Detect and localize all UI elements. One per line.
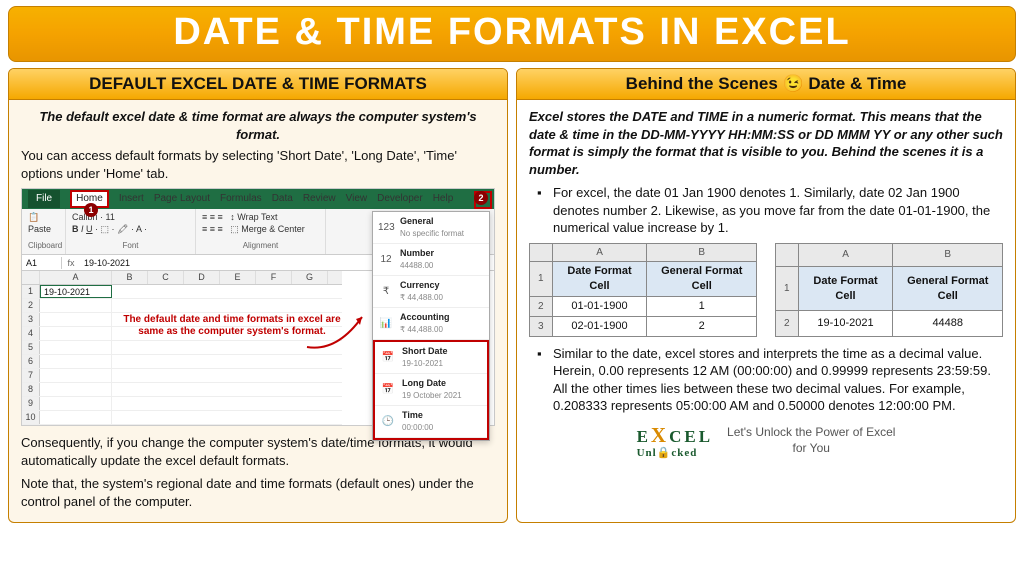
format-option-currency[interactable]: ₹ Currency ₹ 44,488.00 [373, 276, 489, 308]
tab-help[interactable]: Help [433, 190, 454, 208]
format-sub: 19-10-2021 [402, 359, 443, 368]
tab-page-layout[interactable]: Page Layout [154, 190, 210, 208]
table-date-serial-today: AB 1Date Format CellGeneral Format Cell … [775, 243, 1003, 337]
format-title: Short Date [402, 345, 448, 357]
calendar-icon: 📅 [380, 383, 396, 397]
tab-data[interactable]: Data [272, 190, 293, 208]
format-sub: ₹ 44,488.00 [400, 325, 443, 334]
tab-formulas[interactable]: Formulas [220, 190, 262, 208]
ribbon-group-font: Calibri · 11 B I U · ⬚ · 🖍 · A · Font [66, 209, 196, 254]
number-icon: 12 [378, 253, 394, 267]
calendar-icon: 📅 [380, 351, 396, 365]
content-columns: DEFAULT EXCEL DATE & TIME FORMATS The de… [8, 68, 1016, 523]
format-title: General [400, 215, 464, 227]
tab-insert[interactable]: Insert [119, 190, 144, 208]
right-intro: Excel stores the DATE and TIME in a nume… [529, 108, 1003, 178]
grid-rows: 119-10-2021 2 3 4 5 6 7 8 9 10 [22, 285, 342, 425]
format-sub: 44488.00 [400, 261, 433, 270]
brand-logo: EXCEL Unl🔒cked [637, 421, 713, 461]
cell-a1[interactable]: 19-10-2021 [40, 285, 112, 298]
format-option-general[interactable]: 123 General No specific format [373, 212, 489, 244]
col-header[interactable]: B [112, 271, 148, 284]
left-note: Note that, the system's regional date an… [21, 475, 495, 510]
bullet-date-serial: For excel, the date 01 Jan 1900 denotes … [541, 184, 1003, 237]
format-option-number[interactable]: 12 Number 44488.00 [373, 244, 489, 276]
format-sub: ₹ 44,488.00 [400, 293, 443, 302]
col-header[interactable]: E [220, 271, 256, 284]
format-option-long-date[interactable]: 📅 Long Date 19 October 2021 [375, 374, 487, 406]
accounting-icon: 📊 [378, 317, 394, 331]
format-option-accounting[interactable]: 📊 Accounting ₹ 44,488.00 [373, 308, 489, 340]
format-title: Long Date [402, 377, 462, 389]
fx-icon[interactable]: fx [62, 257, 80, 269]
annotation-arrow-icon [302, 307, 372, 357]
format-sub: 19 October 2021 [402, 391, 462, 400]
excel-screenshot: 1 2 ▾ File Home Insert Page Layout Formu… [21, 188, 495, 426]
alignment-label: Alignment [202, 241, 319, 252]
tab-file[interactable]: File [28, 190, 60, 208]
general-icon: 123 [378, 221, 394, 235]
paste-button[interactable]: 📋Paste [28, 211, 59, 235]
bullet-time-decimal: Similar to the date, excel stores and in… [541, 345, 1003, 415]
left-column: DEFAULT EXCEL DATE & TIME FORMATS The de… [8, 68, 508, 523]
right-section-header: Behind the Scenes 😉 Date & Time [517, 69, 1015, 100]
brand-subtitle: Unl🔒cked [637, 446, 713, 461]
format-title: Currency [400, 279, 443, 291]
page-title: DATE & TIME FORMATS IN EXCEL [8, 6, 1016, 62]
col-header[interactable]: A [40, 271, 112, 284]
ribbon-group-alignment: ≡ ≡ ≡ ↕ Wrap Text ≡ ≡ ≡ ⬚ Merge & Center… [196, 209, 326, 254]
col-header[interactable]: D [184, 271, 220, 284]
clock-icon: 🕒 [380, 415, 396, 429]
tab-review[interactable]: Review [303, 190, 336, 208]
example-tables: AB 1Date Format CellGeneral Format Cell … [529, 243, 1003, 337]
name-box[interactable]: A1 [22, 257, 62, 269]
left-access-text: You can access default formats by select… [21, 147, 495, 182]
format-option-time[interactable]: 🕒 Time 00:00:00 [375, 406, 487, 438]
tab-view[interactable]: View [346, 190, 368, 208]
formula-bar[interactable]: 19-10-2021 [80, 257, 134, 269]
font-size-select[interactable]: 11 [106, 212, 115, 222]
tab-developer[interactable]: Developer [377, 190, 423, 208]
left-body: The default excel date & time format are… [9, 100, 507, 522]
column-headers: A B C D E F G [22, 271, 342, 285]
format-option-short-date[interactable]: 📅 Short Date 19-10-2021 [375, 342, 487, 374]
left-intro: The default excel date & time format are… [21, 108, 495, 143]
col-header[interactable]: G [292, 271, 328, 284]
merge-center-button[interactable]: Merge & Center [241, 224, 305, 234]
format-sub: 00:00:00 [402, 423, 433, 432]
clipboard-label: Clipboard [28, 241, 59, 252]
branding-row: EXCEL Unl🔒cked Let's Unlock the Power of… [529, 421, 1003, 461]
left-section-header: DEFAULT EXCEL DATE & TIME FORMATS [9, 69, 507, 100]
format-title: Number [400, 247, 434, 259]
brand-slogan: Let's Unlock the Power of Excelfor You [727, 425, 895, 456]
col-header[interactable]: F [256, 271, 292, 284]
number-format-panel: 123 General No specific format 12 Number 4… [372, 211, 490, 441]
ribbon-group-clipboard: 📋Paste Clipboard [22, 209, 66, 254]
table-date-serial-start: AB 1Date Format CellGeneral Format Cell … [529, 243, 757, 337]
wrap-text-button[interactable]: Wrap Text [237, 212, 277, 222]
format-title: Time [402, 409, 433, 421]
paste-label: Paste [28, 224, 51, 234]
font-label: Font [72, 241, 189, 252]
col-header[interactable]: C [148, 271, 184, 284]
currency-icon: ₹ [378, 285, 394, 299]
right-column: Behind the Scenes 😉 Date & Time Excel st… [516, 68, 1016, 523]
format-sub: No specific format [400, 229, 464, 238]
right-body: Excel stores the DATE and TIME in a nume… [517, 100, 1015, 467]
format-title: Accounting [400, 311, 450, 323]
